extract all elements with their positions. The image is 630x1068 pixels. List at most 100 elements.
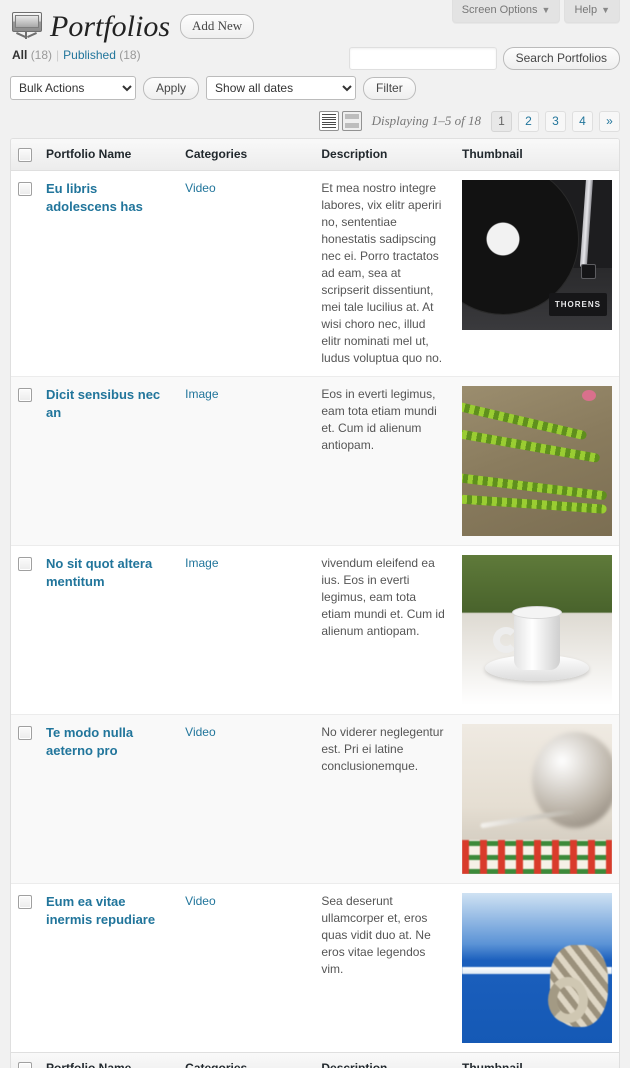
status-count-all: (18) xyxy=(30,48,53,62)
cell-description: vivendum eleifend ea ius. Eos in everti … xyxy=(314,546,455,715)
status-link-all[interactable]: All xyxy=(12,48,27,62)
date-filter-select[interactable]: Show all dates xyxy=(206,76,357,100)
category-link[interactable]: Video xyxy=(185,181,215,195)
category-link[interactable]: Video xyxy=(185,725,215,739)
row-title-link[interactable]: Dicit sensibus nec an xyxy=(46,386,171,422)
page-link-3[interactable]: 3 xyxy=(545,110,566,132)
chevron-down-icon: ▼ xyxy=(601,5,610,15)
row-checkbox[interactable] xyxy=(18,725,32,740)
displaying-count-top: Displaying 1–5 of 18 xyxy=(371,113,481,128)
column-header-description[interactable]: Description xyxy=(314,139,455,171)
select-all-checkbox[interactable] xyxy=(18,147,32,162)
select-all-footer xyxy=(11,1051,39,1068)
cell-thumbnail xyxy=(455,884,619,1052)
page-link-2[interactable]: 2 xyxy=(518,110,539,132)
blue-sky-rope-knot-thumbnail xyxy=(462,892,612,1043)
cell-thumbnail xyxy=(455,714,619,884)
table-row: Dicit sensibus nec an Image Eos in evert… xyxy=(11,376,619,546)
table-footer-row: Portfolio Name Categories Description Th… xyxy=(11,1051,619,1068)
column-header-thumbnail[interactable]: Thumbnail xyxy=(455,139,619,171)
cell-description: Eos in everti legimus, eam tota etiam mu… xyxy=(314,376,455,546)
cell-portfolio-name: Eu libris adolescens has xyxy=(39,171,179,377)
tablenav-top: Bulk Actions Apply Show all dates Filter xyxy=(10,73,620,103)
cell-thumbnail xyxy=(455,546,619,715)
excerpt-view-icon[interactable] xyxy=(341,111,362,131)
table-head: Portfolio Name Categories Description Th… xyxy=(11,139,619,171)
green-ivy-wall-thumbnail xyxy=(462,385,612,536)
column-header-categories[interactable]: Categories xyxy=(178,139,315,171)
cell-thumbnail: THORENS xyxy=(455,171,619,377)
cell-portfolio-name: No sit quot altera mentitum xyxy=(39,546,179,715)
row-title-link[interactable]: Eu libris adolescens has xyxy=(46,180,171,216)
add-new-button[interactable]: Add New xyxy=(180,14,255,39)
cell-categories: Video xyxy=(178,884,314,1052)
search-box: Search Portfolios xyxy=(348,47,620,70)
search-input[interactable] xyxy=(348,47,497,70)
column-footer-portfolio-name[interactable]: Portfolio Name xyxy=(39,1051,179,1068)
table-header-row: Portfolio Name Categories Description Th… xyxy=(11,139,619,171)
table-row: Te modo nulla aeterno pro Video No vider… xyxy=(11,714,619,884)
row-select-cell xyxy=(11,171,39,377)
page-title: Portfolios xyxy=(50,9,171,43)
cell-description: No viderer neglegentur est. Pri ei latin… xyxy=(314,714,455,884)
table-body: Eu libris adolescens has Video Et mea no… xyxy=(11,171,619,1052)
chevron-down-icon: ▼ xyxy=(541,5,551,15)
bulk-actions-select-top[interactable]: Bulk Actions xyxy=(10,76,136,100)
column-footer-description[interactable]: Description xyxy=(314,1051,455,1068)
select-all-checkbox-bottom[interactable] xyxy=(18,1061,32,1068)
help-tab[interactable]: Help ▼ xyxy=(564,0,620,23)
cell-portfolio-name: Eum ea vitae inermis repudiare xyxy=(39,884,178,1052)
cell-thumbnail xyxy=(455,376,619,546)
cell-portfolio-name: Te modo nulla aeterno pro xyxy=(39,714,179,884)
page-link-1[interactable]: 1 xyxy=(491,110,512,132)
cell-categories: Image xyxy=(178,376,315,546)
portfolios-table: Portfolio Name Categories Description Th… xyxy=(10,138,620,1068)
select-all-header xyxy=(11,139,39,171)
table-row: Eum ea vitae inermis repudiare Video Sea… xyxy=(11,884,619,1052)
filter-button[interactable]: Filter xyxy=(363,76,416,100)
screen-meta-links: Screen Options ▼ Help ▼ xyxy=(451,0,620,23)
screen-options-tab[interactable]: Screen Options ▼ xyxy=(451,0,561,23)
row-checkbox[interactable] xyxy=(18,387,32,402)
column-header-portfolio-name[interactable]: Portfolio Name xyxy=(39,139,179,171)
cell-description: Et mea nostro integre labores, vix elitr… xyxy=(314,171,455,377)
page-link-4[interactable]: 4 xyxy=(572,110,593,132)
row-checkbox[interactable] xyxy=(18,181,32,196)
table-foot: Portfolio Name Categories Description Th… xyxy=(11,1051,619,1068)
row-select-cell xyxy=(11,546,39,715)
table-row: No sit quot altera mentitum Image vivend… xyxy=(11,546,619,715)
row-checkbox[interactable] xyxy=(18,556,32,571)
column-footer-thumbnail[interactable]: Thumbnail xyxy=(455,1051,619,1068)
turntable-vinyl-record-thumbnail: THORENS xyxy=(462,179,612,330)
list-view-icon[interactable] xyxy=(318,111,339,131)
category-link[interactable]: Video xyxy=(185,894,215,908)
view-switch xyxy=(318,111,362,131)
cell-description: Sea deserunt ullamcorper et, eros quas v… xyxy=(321,893,431,976)
admin-page-wrap: Screen Options ▼ Help ▼ Portfolios Add New… xyxy=(0,0,630,1068)
category-link[interactable]: Image xyxy=(185,556,218,570)
cell-portfolio-name: Dicit sensibus nec an xyxy=(39,376,179,546)
status-link-published[interactable]: Published xyxy=(63,48,116,62)
row-select-cell xyxy=(11,714,39,884)
row-title-link[interactable]: No sit quot altera mentitum xyxy=(46,555,171,591)
cell-categories: Image xyxy=(178,546,315,715)
help-label: Help xyxy=(574,4,598,16)
cell-categories: Video xyxy=(178,171,315,377)
search-portfolios-button[interactable]: Search Portfolios xyxy=(502,47,620,70)
tablenav-pagination-top: Displaying 1–5 of 18 1 2 3 4 » xyxy=(10,107,620,135)
cell-categories: Video xyxy=(178,714,315,884)
category-link[interactable]: Image xyxy=(185,387,218,401)
status-count-published: (18) xyxy=(119,48,141,62)
silver-spoon-cloth-thumbnail xyxy=(462,723,612,874)
row-checkbox[interactable] xyxy=(18,894,32,909)
white-espresso-cup-thumbnail xyxy=(462,554,612,705)
row-title-link[interactable]: Eum ea vitae inermis repudiare xyxy=(46,893,171,929)
apply-button-top[interactable]: Apply xyxy=(143,76,200,100)
row-title-link[interactable]: Te modo nulla aeterno pro xyxy=(46,724,171,760)
table-row: Eu libris adolescens has Video Et mea no… xyxy=(11,171,619,377)
screen-monitor-icon xyxy=(10,10,44,44)
screen-options-label: Screen Options xyxy=(461,4,538,16)
column-footer-categories[interactable]: Categories xyxy=(178,1051,315,1068)
status-separator: | xyxy=(56,48,60,62)
next-page-button[interactable]: » xyxy=(599,110,620,132)
